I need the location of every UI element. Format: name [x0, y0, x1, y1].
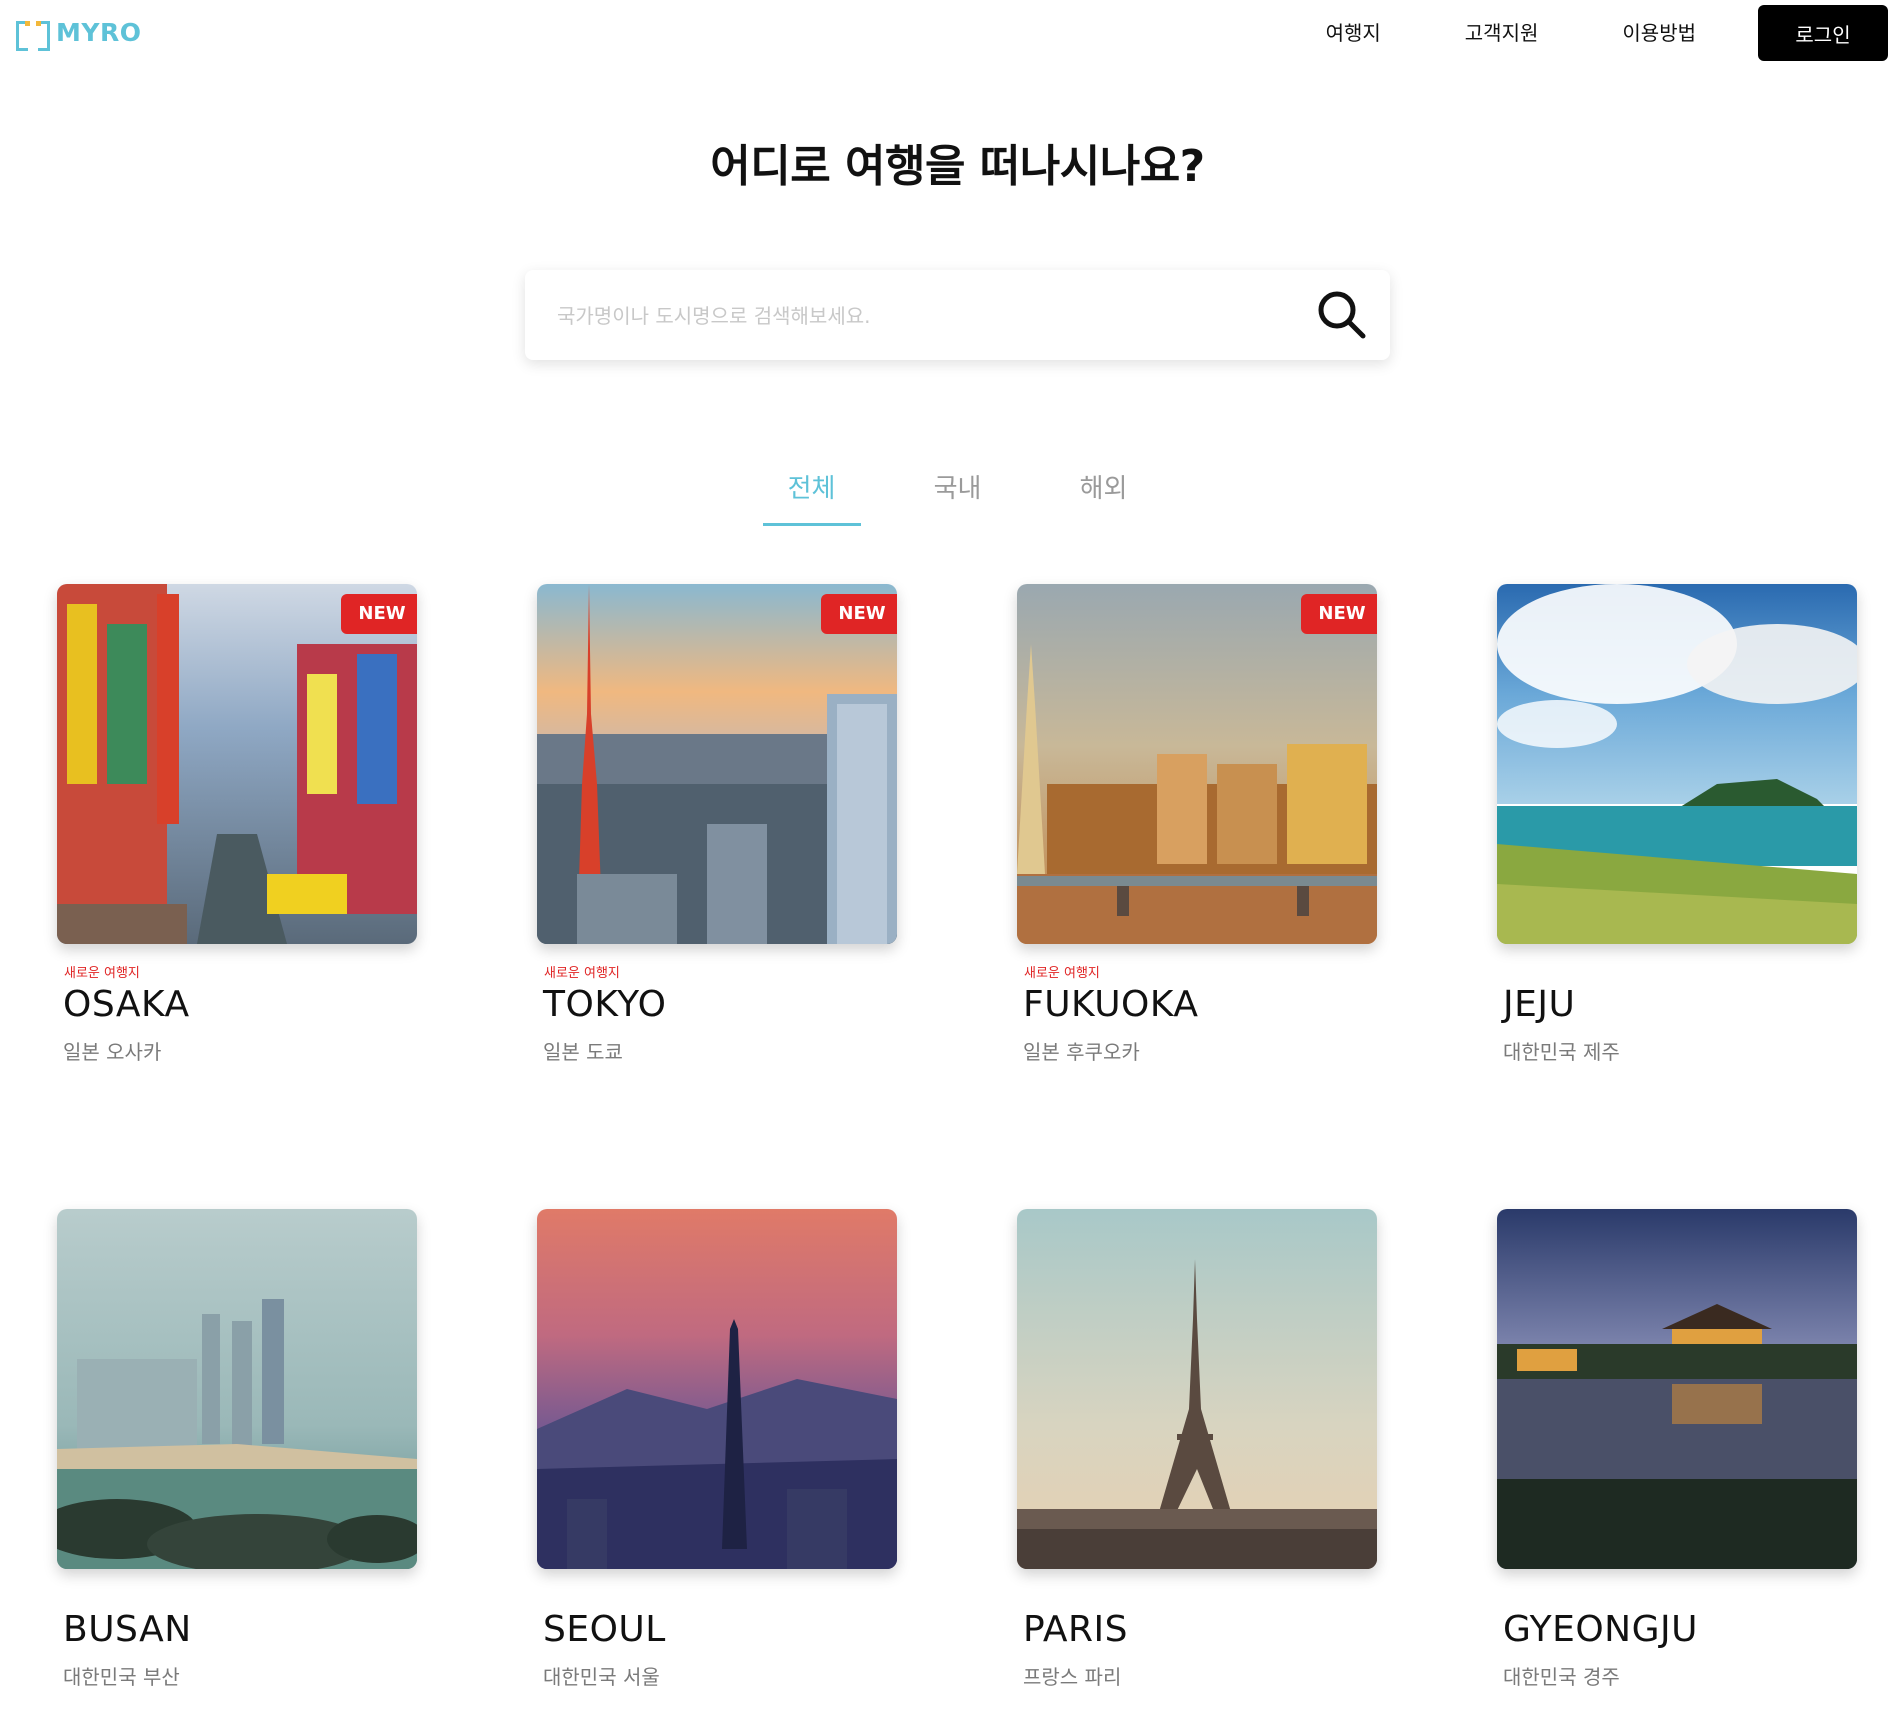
destination-card-fukuoka[interactable]: NEW 새로운 여행지 FUKUOKA 일본 후쿠오카 [1017, 584, 1377, 1064]
destination-card-seoul[interactable]: SEOUL 대한민국 서울 [537, 1209, 897, 1689]
card-country: 일본 후쿠오카 [1023, 1040, 1140, 1064]
new-badge: NEW [821, 594, 897, 634]
new-badge: NEW [1301, 594, 1377, 634]
destination-image[interactable] [537, 1209, 897, 1569]
card-city-name: JEJU [1503, 984, 1576, 1025]
new-badge: NEW [341, 594, 417, 634]
card-country: 일본 오사카 [63, 1040, 162, 1064]
card-country: 프랑스 파리 [1023, 1665, 1122, 1689]
destination-card-busan[interactable]: BUSAN 대한민국 부산 [57, 1209, 417, 1689]
seoul-photo [537, 1209, 897, 1569]
destination-image[interactable] [1497, 584, 1857, 944]
nav-how-to-use[interactable]: 이용방법 [1622, 17, 1696, 46]
tab-overseas[interactable]: 해외 [1031, 468, 1177, 526]
card-city-name: TOKYO [543, 984, 667, 1025]
tokyo-photo [537, 584, 897, 944]
card-subtitle: 새로운 여행지 [64, 966, 140, 981]
card-city-name: PARIS [1023, 1609, 1129, 1650]
logo-icon [16, 19, 50, 51]
category-tabs: 전체 국내 해외 [0, 468, 1898, 526]
top-nav: 여행지 고객지원 이용방법 로그인 [1284, 0, 1888, 62]
logo-text: MYRO [56, 18, 142, 47]
destination-image[interactable] [1017, 1209, 1377, 1569]
card-country: 대한민국 제주 [1503, 1040, 1620, 1064]
card-subtitle: 새로운 여행지 [1024, 966, 1100, 981]
destination-card-paris[interactable]: PARIS 프랑스 파리 [1017, 1209, 1377, 1689]
jeju-photo [1497, 584, 1857, 944]
destination-card-tokyo[interactable]: NEW 새로운 여행지 TOKYO 일본 도쿄 [537, 584, 897, 1064]
destination-image[interactable]: NEW [1017, 584, 1377, 944]
search-box [525, 270, 1390, 360]
gyeongju-photo [1497, 1209, 1857, 1569]
page-title: 어디로 여행을 떠나시나요? [710, 141, 1205, 192]
card-city-name: FUKUOKA [1023, 984, 1199, 1025]
card-country: 대한민국 부산 [63, 1665, 180, 1689]
destination-image[interactable]: NEW [537, 584, 897, 944]
nav-destinations[interactable]: 여행지 [1326, 17, 1381, 46]
card-city-name: GYEONGJU [1503, 1609, 1698, 1650]
logo[interactable]: MYRO [16, 18, 142, 51]
busan-photo [57, 1209, 417, 1569]
destination-image[interactable] [57, 1209, 417, 1569]
destination-card-gyeongju[interactable]: GYEONGJU 대한민국 경주 [1497, 1209, 1857, 1689]
fukuoka-photo [1017, 584, 1377, 944]
card-subtitle: 새로운 여행지 [544, 966, 620, 981]
destination-card-osaka[interactable]: NEW 새로운 여행지 OSAKA 일본 오사카 [57, 584, 417, 1064]
destination-card-jeju[interactable]: JEJU 대한민국 제주 [1497, 584, 1857, 1064]
search-input[interactable] [555, 290, 1299, 342]
search-icon[interactable] [1315, 288, 1369, 342]
nav-support[interactable]: 고객지원 [1465, 17, 1539, 46]
tab-all[interactable]: 전체 [762, 468, 861, 526]
tab-domestic[interactable]: 국내 [885, 468, 1031, 526]
destination-image[interactable] [1497, 1209, 1857, 1569]
card-country: 대한민국 서울 [543, 1665, 660, 1689]
destination-image[interactable]: NEW [57, 584, 417, 944]
card-city-name: BUSAN [63, 1609, 192, 1650]
card-country: 일본 도쿄 [543, 1040, 623, 1064]
card-country: 대한민국 경주 [1503, 1665, 1620, 1689]
login-button[interactable]: 로그인 [1758, 5, 1888, 61]
card-city-name: OSAKA [63, 984, 190, 1025]
osaka-photo [57, 584, 417, 944]
header: MYRO 여행지 고객지원 이용방법 로그인 [0, 0, 1898, 70]
paris-photo [1017, 1209, 1377, 1569]
card-city-name: SEOUL [543, 1609, 666, 1650]
